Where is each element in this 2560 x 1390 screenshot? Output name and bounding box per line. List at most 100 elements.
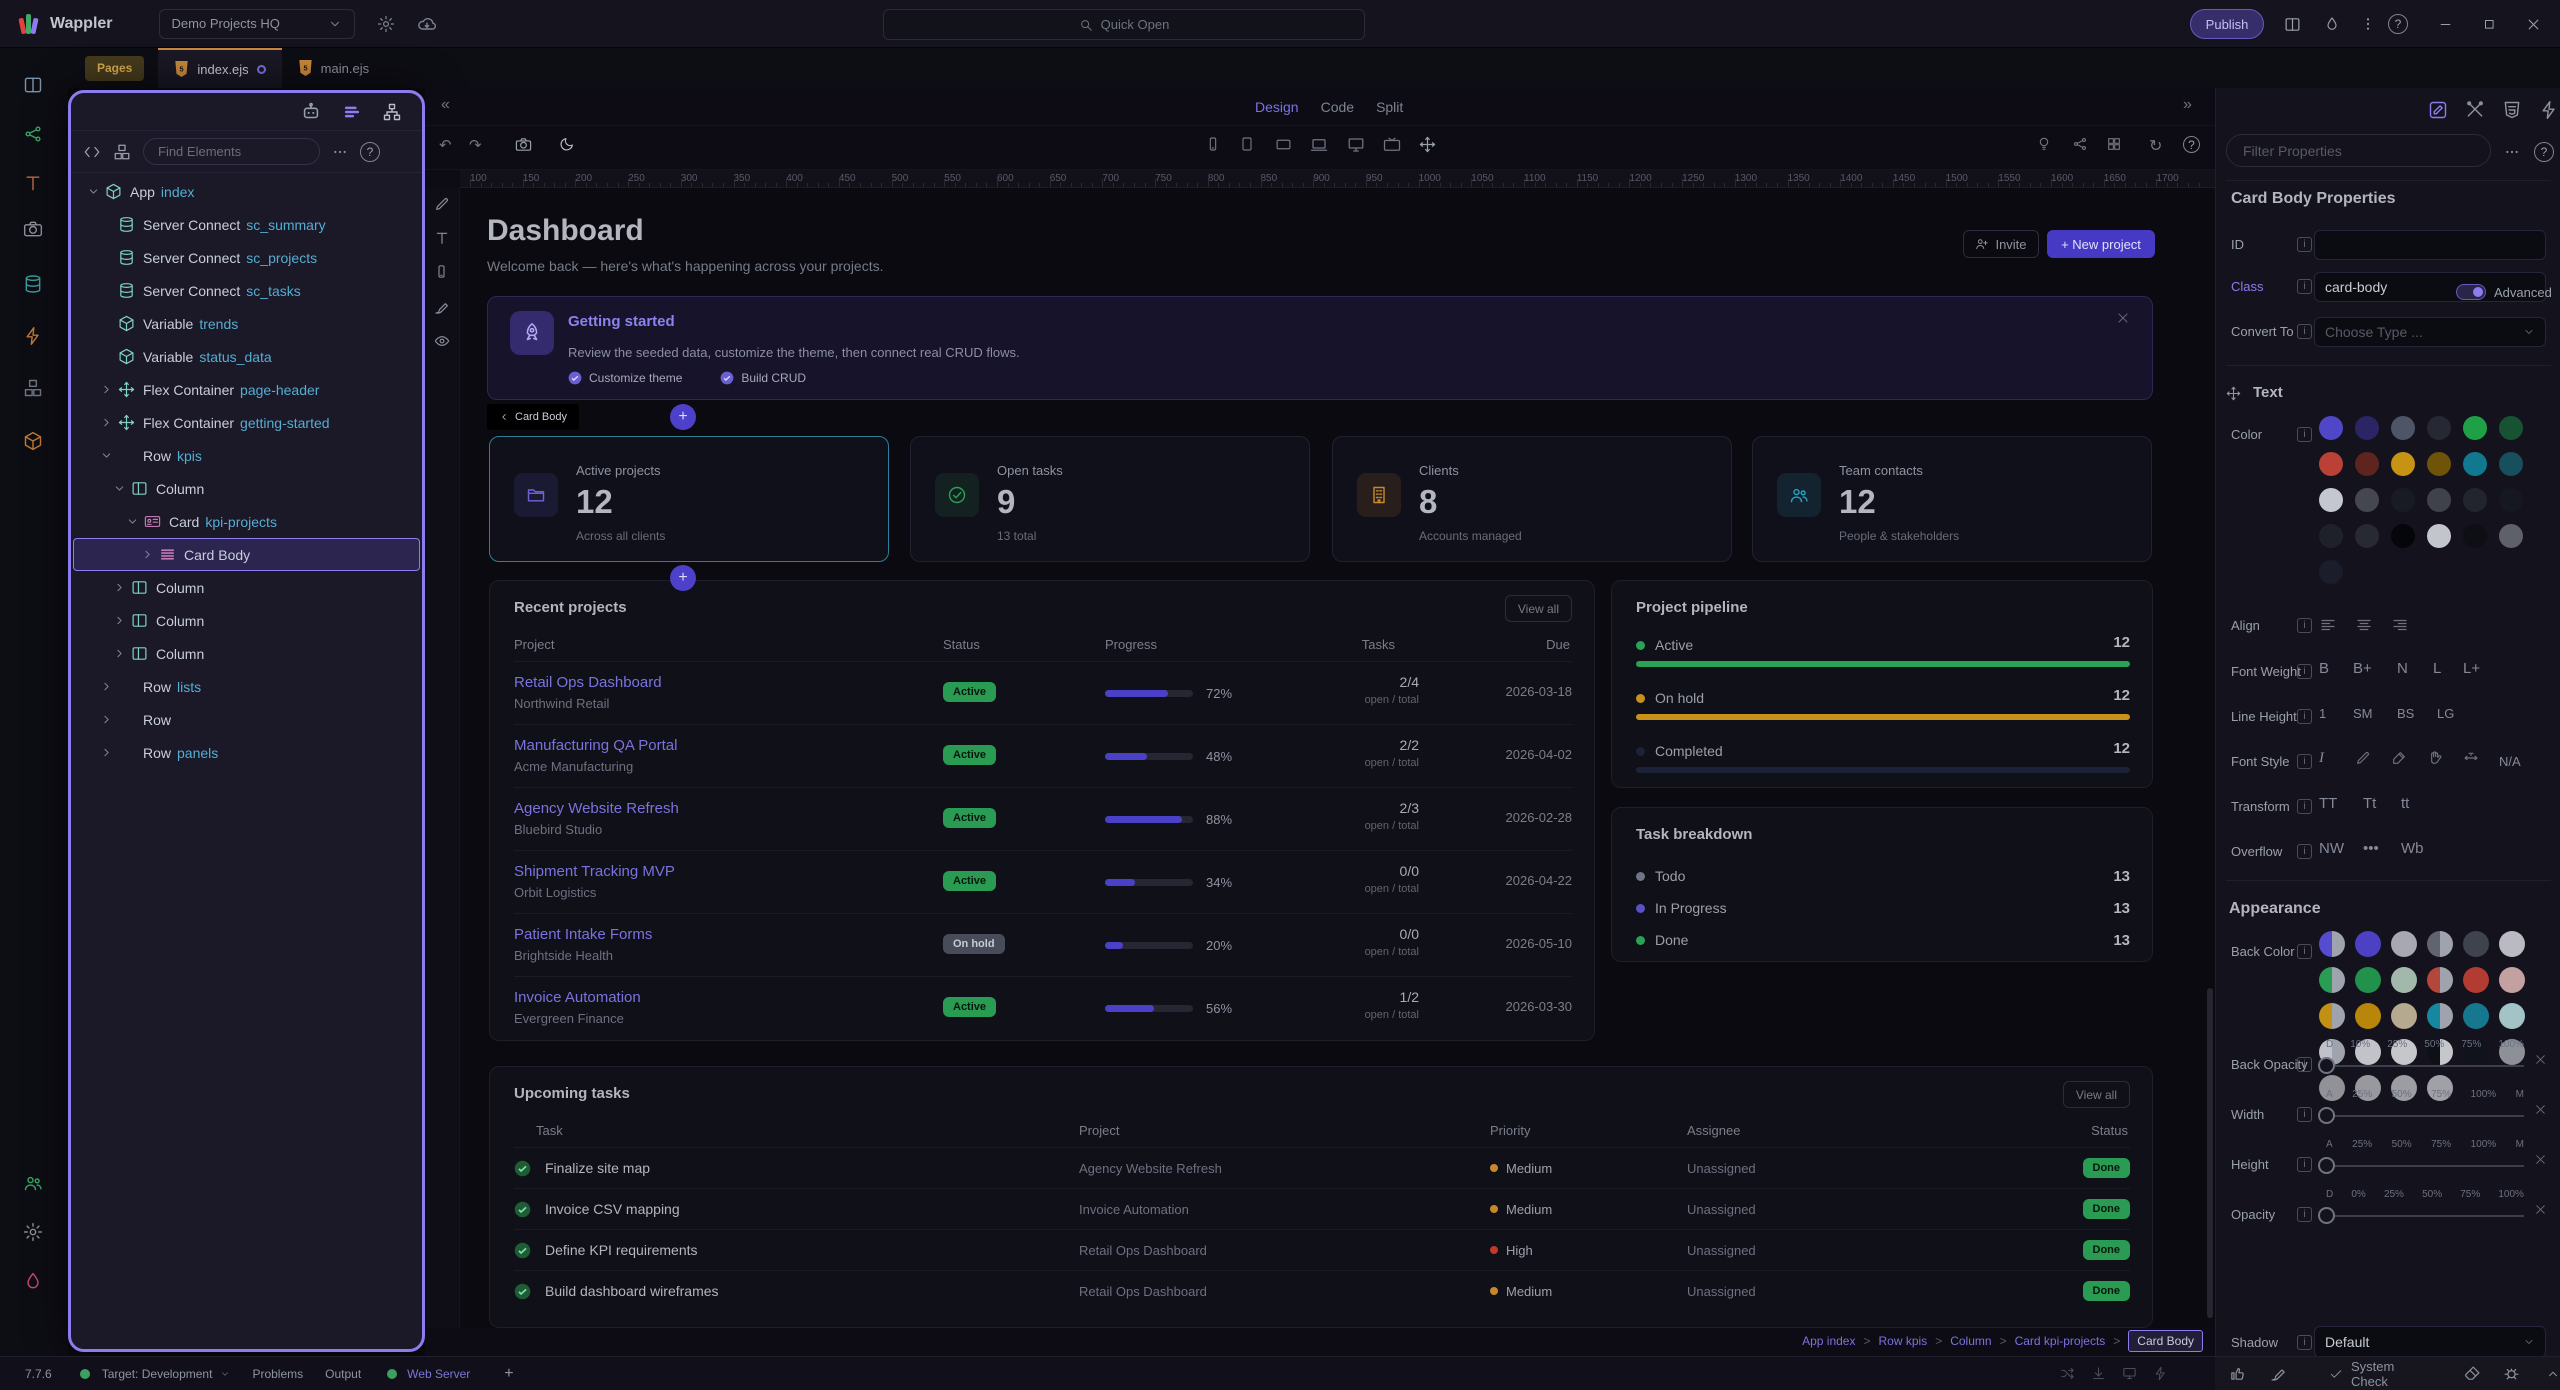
project-selector[interactable]: Demo Projects HQ [159,9,355,39]
output-button[interactable]: Output [325,1367,361,1381]
color-swatch[interactable] [2499,931,2525,957]
breadcrumb-item[interactable]: Card kpi-projects [2015,1334,2106,1348]
clear-icon[interactable] [2534,1053,2547,1066]
color-swatch[interactable] [2319,452,2343,476]
properties-more-icon[interactable] [2504,144,2520,160]
project-row[interactable]: Invoice AutomationEvergreen FinanceActiv… [514,976,1572,1039]
color-swatch[interactable] [2319,967,2345,993]
chevron-right-icon[interactable] [110,614,128,627]
option-tt[interactable]: tt [2401,795,2409,812]
mode-code[interactable]: Code [1321,99,1354,115]
tab-main.ejs[interactable]: 5main.ejs [282,48,385,88]
color-swatch[interactable] [2499,488,2523,512]
device-phablet-icon[interactable] [1239,136,1255,152]
help-icon[interactable]: ? [2388,0,2408,48]
color-swatch[interactable] [2427,524,2451,548]
color-swatch[interactable] [2499,452,2523,476]
clear-icon[interactable] [2534,1103,2547,1116]
target-selector[interactable]: Target: Development [102,1367,213,1381]
slider-knob[interactable] [2318,1057,2335,1074]
undo-icon[interactable]: ↶ [439,136,452,154]
color-swatch[interactable] [2319,416,2343,440]
rail-database-icon[interactable] [20,271,46,297]
tree-item-page-header[interactable]: Flex Containerpage-header [71,373,422,406]
tree-item-card-body[interactable]: Card Body [73,538,420,571]
option-BS[interactable]: BS [2397,706,2414,721]
chevron-right-icon[interactable] [97,383,115,396]
rail-theme-icon[interactable] [20,1268,46,1294]
collapse-right-icon[interactable]: » [2183,96,2192,114]
color-swatch[interactable] [2319,931,2345,957]
option-LG[interactable]: LG [2437,706,2454,721]
tools-icon[interactable] [2465,100,2485,120]
invite-button[interactable]: Invite [1963,230,2039,258]
color-swatch[interactable] [2391,488,2415,512]
dark-mode-icon[interactable] [559,136,575,152]
color-swatch[interactable] [2463,931,2489,957]
tree-item-sc_summary[interactable]: Server Connectsc_summary [71,208,422,241]
color-swatch[interactable] [2463,452,2487,476]
project-settings-icon[interactable] [377,15,395,33]
device-desktop-icon[interactable] [1347,136,1365,154]
chevron-right-icon[interactable] [110,647,128,660]
project-name-link[interactable]: Agency Website Refresh [514,800,679,817]
move-tool-icon[interactable] [1419,136,1436,153]
color-swatch[interactable] [2427,967,2453,993]
chevron-right-icon[interactable] [138,548,156,561]
color-swatch[interactable] [2427,416,2451,440]
color-swatch[interactable] [2463,524,2487,548]
filter-properties-input[interactable] [2226,134,2491,167]
structure-help-icon[interactable]: ? [360,142,380,162]
rail-connections-icon[interactable] [20,323,46,349]
option-B[interactable]: B+ [2353,660,2372,677]
banner-close-icon[interactable] [2116,311,2130,325]
color-swatch[interactable] [2355,1003,2381,1029]
more-options-icon[interactable] [332,144,348,160]
tree-item-kpi-projects[interactable]: Cardkpi-projects [71,505,422,538]
slider-track[interactable] [2326,1065,2524,1067]
tree-item-getting-started[interactable]: Flex Containergetting-started [71,406,422,439]
tree-item-index[interactable]: Appindex [71,175,422,208]
refresh-icon[interactable]: ↻ [2149,136,2162,156]
system-check-button[interactable]: System Check [2329,1359,2434,1389]
rail-pages-icon[interactable] [20,72,46,98]
edit-properties-icon[interactable] [2428,100,2448,120]
preview-eye-icon[interactable] [434,333,450,349]
color-swatch[interactable] [2463,488,2487,512]
slider-track[interactable] [2326,1165,2524,1167]
color-swatch[interactable] [2355,452,2379,476]
more-menu-icon[interactable] [2360,0,2376,48]
insert-element-button[interactable]: + [670,565,696,591]
bug-icon[interactable] [2503,1365,2520,1382]
redo-icon[interactable]: ↷ [469,136,482,154]
device-tv-icon[interactable] [1383,136,1401,154]
tree-item-column[interactable]: Column [71,604,422,637]
task-check-icon[interactable] [514,1283,531,1300]
color-swatch[interactable] [2463,416,2487,440]
cloud-sync-icon[interactable] [417,14,437,34]
device-tool-icon[interactable] [434,264,449,279]
find-elements-input[interactable] [143,138,320,165]
devices-icon[interactable] [2122,1366,2137,1381]
css-icon[interactable] [2502,100,2522,120]
theme-droplet-icon[interactable] [2324,0,2340,48]
chevron-down-icon[interactable] [97,449,115,462]
color-swatch[interactable] [2427,452,2451,476]
color-swatch[interactable] [2499,967,2525,993]
slider-track[interactable] [2326,1115,2524,1117]
align-center-icon[interactable] [2355,616,2373,634]
chevron-down-icon[interactable] [123,515,141,528]
kpi-card-active-projects[interactable]: Active projects12Across all clients [489,436,889,562]
tree-item-row[interactable]: Row [71,703,422,736]
slider-track[interactable] [2326,1215,2524,1217]
option-L[interactable]: L [2433,660,2441,677]
actions-bolt-icon[interactable] [2539,100,2559,120]
kpi-card-open-tasks[interactable]: Open tasks913 total [910,436,1310,562]
slider-knob[interactable] [2318,1157,2335,1174]
window-maximize-button[interactable] [2482,0,2496,48]
tree-item-panels[interactable]: Rowpanels [71,736,422,769]
option-[interactable]: ••• [2363,840,2379,857]
rail-layers-icon[interactable] [20,375,46,401]
color-swatch[interactable] [2355,967,2381,993]
publish-button[interactable]: Publish [2190,9,2264,39]
